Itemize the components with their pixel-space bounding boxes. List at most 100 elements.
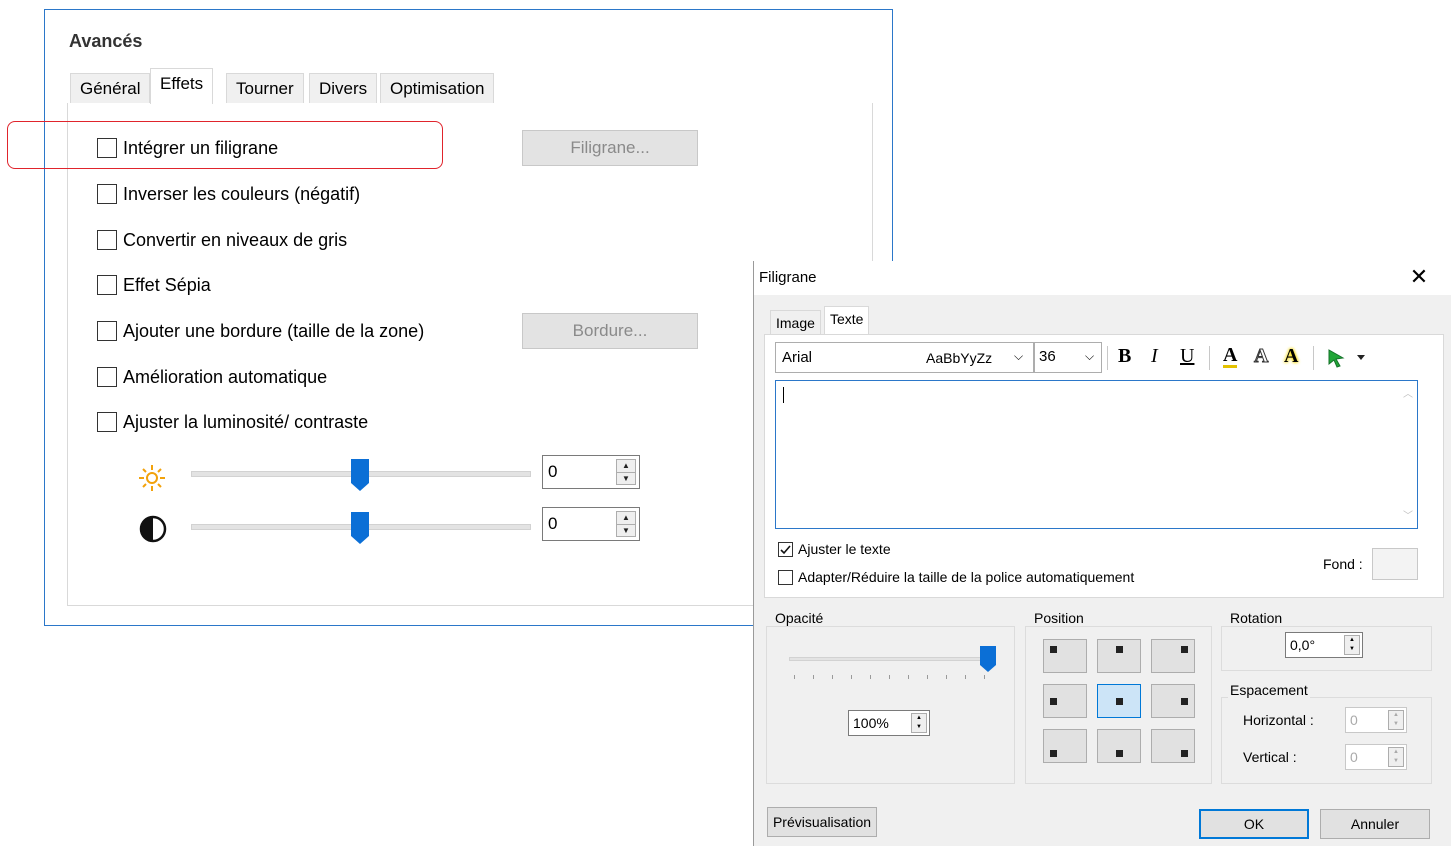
horizontal-spacing-value: 0 [1350,712,1358,728]
vertical-spacing-label: Vertical : [1243,749,1297,765]
opacity-slider-track[interactable] [789,657,992,661]
scroll-down-icon[interactable]: ﹀ [1403,507,1413,522]
dialog-title-bar: Filigrane ✕ [754,261,1451,295]
watermark-button[interactable]: Filigrane... [522,130,698,166]
opacity-slider-thumb[interactable] [979,645,997,673]
tab-misc[interactable]: Divers [309,73,378,103]
highlight-annotation [7,121,443,169]
option-label: Convertir en niveaux de gris [123,229,348,250]
tab-optimisation[interactable]: Optimisation [380,73,495,103]
vertical-spacing-spinner[interactable]: 0 ▲ ▼ [1345,744,1407,770]
cancel-button[interactable]: Annuler [1320,809,1430,839]
ok-button[interactable]: OK [1199,809,1309,839]
brightness-value: 0 [548,462,558,481]
tab-image[interactable]: Image [770,310,821,334]
tab-general[interactable]: Général [70,73,151,103]
option-auto-enhance[interactable]: Amélioration automatique [97,365,327,389]
brightness-contrast-checkbox[interactable] [97,412,117,432]
invert-checkbox[interactable] [97,184,117,204]
textarea-scrollbar[interactable]: ︿ ﹀ [1399,381,1417,528]
position-bottom-left[interactable] [1043,729,1087,763]
fill-cursor-icon[interactable] [1327,348,1367,373]
toolbar-divider [1209,346,1210,370]
brightness-value-spinner[interactable]: 0 ▲ ▼ [542,455,640,489]
chevron-down-icon: ⌵ [1085,349,1095,363]
fit-text-checkbox[interactable] [778,541,793,557]
grayscale-checkbox[interactable] [97,230,117,250]
position-top-right[interactable] [1151,639,1195,673]
background-label: Fond : [1323,556,1363,572]
sun-icon [137,463,167,498]
rotation-value-spinner[interactable]: 0,0° ▲ ▼ [1285,632,1363,658]
position-bottom-center[interactable] [1097,729,1141,763]
spin-up-icon[interactable]: ▲ [617,512,635,525]
chevron-down-icon: ⌵ [1014,349,1024,363]
auto-font-option[interactable]: Adapter/Réduire la taille de la police a… [778,569,1134,585]
tab-text[interactable]: Texte [824,306,870,334]
brightness-slider-thumb[interactable] [350,458,370,492]
option-label: Ajuster la luminosité/ contraste [123,411,369,432]
highlight-button[interactable]: A [1284,345,1298,368]
font-color-button[interactable]: A [1223,345,1238,368]
fit-text-option[interactable]: Ajuster le texte [778,541,891,557]
outline-button[interactable]: A [1253,345,1268,368]
text-cursor [783,387,784,403]
option-grayscale[interactable]: Convertir en niveaux de gris [97,228,347,252]
underline-button[interactable]: U [1180,345,1194,368]
rotation-value: 0,0° [1290,637,1316,653]
position-bottom-right[interactable] [1151,729,1195,763]
tab-effects[interactable]: Effets [150,68,214,104]
position-middle-center[interactable] [1097,684,1141,718]
contrast-value: 0 [548,514,558,533]
option-invert-colors[interactable]: Inverser les couleurs (négatif) [97,182,360,206]
opacity-group [766,626,1015,784]
horizontal-spacing-spinner[interactable]: 0 ▲ ▼ [1345,707,1407,733]
auto-font-label: Adapter/Réduire la taille de la police a… [798,569,1135,585]
toolbar-divider [1107,346,1108,370]
opacity-ticks [794,675,994,679]
option-brightness-contrast[interactable]: Ajuster la luminosité/ contraste [97,410,368,434]
spinner-arrows-icon[interactable]: ▲ ▼ [911,713,927,733]
font-family-select[interactable]: Arial AaBbYyZz ⌵ [775,342,1034,373]
bold-button[interactable]: B [1118,345,1131,368]
contrast-value-spinner[interactable]: 0 ▲ ▼ [542,507,640,541]
close-icon[interactable]: ✕ [1404,264,1434,290]
border-button[interactable]: Bordure... [522,313,698,349]
position-label: Position [1032,610,1086,626]
tab-rotate[interactable]: Tourner [226,73,304,103]
sepia-checkbox[interactable] [97,275,117,295]
contrast-slider-thumb[interactable] [350,511,370,545]
spinner-arrows-icon[interactable]: ▲ ▼ [1344,635,1360,655]
option-border[interactable]: Ajouter une bordure (taille de la zone) [97,319,424,343]
option-sepia[interactable]: Effet Sépia [97,273,211,297]
option-label: Effet Sépia [123,274,211,295]
position-top-left[interactable] [1043,639,1087,673]
option-label: Amélioration automatique [123,366,328,387]
font-preview: AaBbYyZz [926,350,993,366]
option-label: Ajouter une bordure (taille de la zone) [123,320,425,341]
border-checkbox[interactable] [97,321,117,341]
position-top-center[interactable] [1097,639,1141,673]
scroll-up-icon[interactable]: ︿ [1403,385,1413,400]
font-size-select[interactable]: 36 ⌵ [1034,342,1102,373]
italic-button[interactable]: I [1151,345,1158,368]
spin-down-icon[interactable]: ▼ [617,473,635,485]
preview-button[interactable]: Prévisualisation [767,807,877,837]
spinner-arrows-icon[interactable]: ▲ ▼ [1388,710,1404,730]
horizontal-spacing-label: Horizontal : [1243,712,1314,728]
auto-enhance-checkbox[interactable] [97,367,117,387]
spin-down-icon[interactable]: ▼ [617,525,635,537]
rotation-label: Rotation [1228,610,1285,626]
advanced-title: Avancés [69,31,143,51]
auto-font-checkbox[interactable] [778,569,793,585]
background-color-swatch[interactable] [1372,548,1418,580]
position-middle-right[interactable] [1151,684,1195,718]
fit-text-label: Ajuster le texte [798,541,891,557]
spinner-arrows-icon[interactable]: ▲ ▼ [1388,747,1404,767]
spin-up-icon[interactable]: ▲ [617,460,635,473]
position-middle-left[interactable] [1043,684,1087,718]
toolbar-divider [1313,346,1314,370]
watermark-dialog: Filigrane ✕ Image Texte Arial AaBbYyZz ⌵… [753,261,1451,846]
watermark-text-input[interactable]: ︿ ﹀ [775,380,1418,529]
opacity-value-spinner[interactable]: 100% ▲ ▼ [848,710,930,736]
